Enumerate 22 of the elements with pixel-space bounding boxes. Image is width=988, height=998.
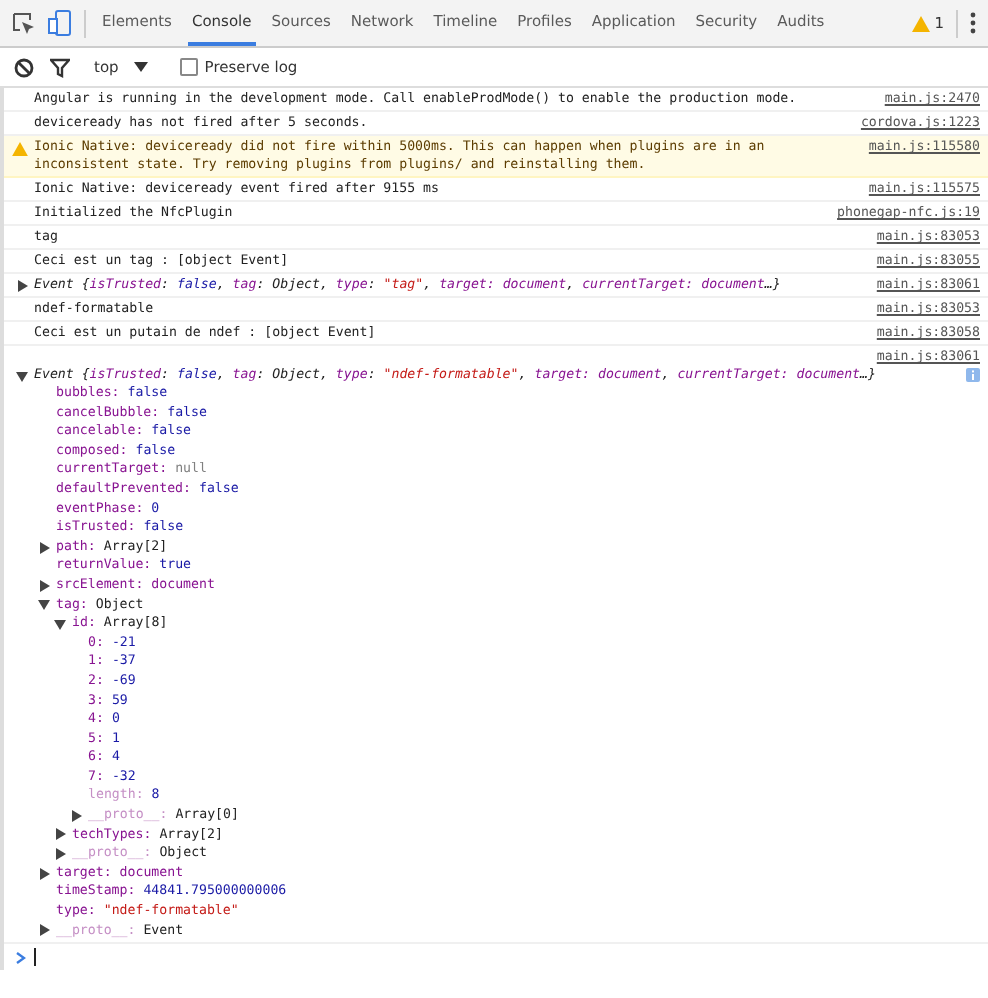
expand-toggle-icon[interactable] (54, 617, 66, 630)
expand-toggle-icon[interactable] (38, 541, 50, 554)
text-cursor[interactable] (34, 948, 36, 967)
device-icon[interactable] (48, 10, 72, 36)
expand-toggle-icon[interactable] (54, 828, 66, 841)
expand-toggle-icon[interactable] (16, 279, 28, 291)
expand-toggle-icon[interactable] (70, 809, 82, 822)
warning-icon (912, 15, 931, 31)
expand-toggle-icon[interactable] (54, 848, 66, 861)
expand-toggle-icon[interactable] (16, 369, 28, 381)
inspect-icon[interactable] (12, 11, 36, 35)
expand-toggle-icon[interactable] (38, 867, 50, 880)
filter-icon[interactable] (50, 57, 70, 77)
dropdown-caret-icon[interactable] (134, 62, 149, 72)
expand-toggle-icon[interactable] (38, 579, 50, 592)
prompt-chevron-icon (16, 951, 26, 964)
preserve-log-checkbox[interactable] (180, 58, 199, 76)
expand-toggle-icon[interactable] (38, 598, 50, 611)
expand-toggle-icon[interactable] (38, 924, 50, 937)
clear-console-icon[interactable] (14, 57, 34, 77)
more-menu-icon[interactable] (970, 12, 976, 34)
warning-icon (12, 142, 28, 156)
